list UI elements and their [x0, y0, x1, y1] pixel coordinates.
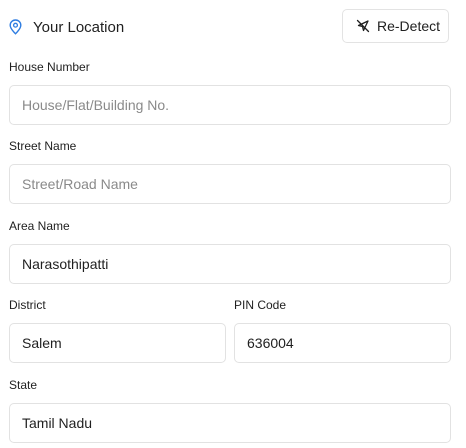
- state-label: State: [9, 378, 38, 392]
- house-number-label: House Number: [9, 60, 90, 74]
- street-name-label: Street Name: [9, 139, 77, 153]
- map-pin-icon: [9, 19, 22, 35]
- area-name-label: Area Name: [9, 219, 70, 233]
- district-input[interactable]: [9, 323, 226, 363]
- pin-code-label: PIN Code: [234, 298, 287, 312]
- location-header: Your Location Re-Detect: [0, 8, 451, 46]
- state-input[interactable]: [9, 403, 451, 443]
- location-crosshair-off-icon: [356, 19, 370, 33]
- area-name-input[interactable]: [9, 244, 451, 284]
- pin-code-input[interactable]: [234, 323, 451, 363]
- redetect-button[interactable]: Re-Detect: [342, 9, 449, 43]
- location-title: Your Location: [33, 19, 125, 36]
- street-name-input[interactable]: [9, 164, 451, 204]
- house-number-input[interactable]: [9, 85, 451, 125]
- redetect-label: Re-Detect: [377, 18, 441, 34]
- district-label: District: [9, 298, 46, 312]
